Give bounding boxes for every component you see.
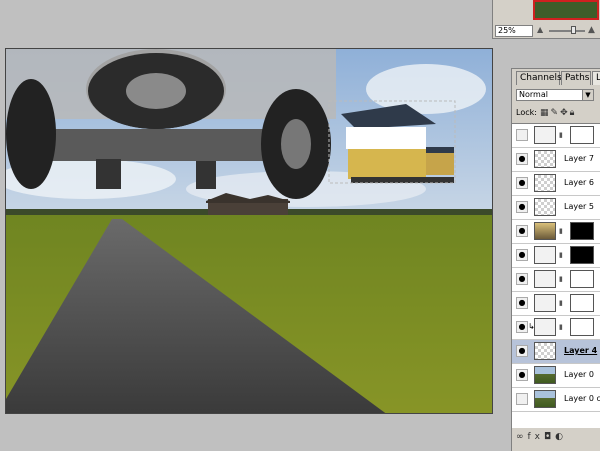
visibility-toggle[interactable] bbox=[516, 393, 528, 405]
lock-transparency-icon[interactable]: ▦ bbox=[540, 108, 551, 118]
chevron-down-icon[interactable]: ▼ bbox=[582, 89, 594, 101]
eye-icon[interactable]: ● bbox=[516, 153, 528, 165]
lock-position-icon[interactable]: ✥ bbox=[560, 108, 570, 118]
layer-mask-thumbnail[interactable] bbox=[570, 318, 594, 336]
lock-icons: ▦✎✥🔒︎ bbox=[540, 107, 576, 119]
layer-thumbnail bbox=[534, 246, 556, 264]
layer-thumbnail bbox=[534, 390, 556, 408]
eye-icon[interactable]: ● bbox=[516, 201, 528, 213]
layer-row[interactable]: ● ↳ ▮ bbox=[512, 316, 600, 340]
layer-row[interactable]: ● Layer 7 bbox=[512, 148, 600, 172]
document-canvas[interactable] bbox=[5, 48, 493, 414]
eye-icon[interactable]: ● bbox=[516, 177, 528, 189]
layer-name: Layer 7 bbox=[564, 154, 594, 163]
navigator-preview[interactable] bbox=[533, 0, 599, 20]
curves-mask-thumbnail[interactable] bbox=[570, 294, 594, 312]
layer-row[interactable]: ● ▮ bbox=[512, 268, 600, 292]
tab-paths[interactable]: Paths bbox=[561, 71, 591, 85]
layer-mask-thumbnail[interactable] bbox=[570, 222, 594, 240]
layer-row[interactable]: ● Layer 5 bbox=[512, 196, 600, 220]
eye-icon[interactable]: ● bbox=[516, 273, 528, 285]
adjustment-icon[interactable]: ◐ bbox=[555, 432, 567, 442]
panel-footer: ∞fx◘◐ bbox=[512, 429, 600, 445]
visibility-toggle[interactable] bbox=[516, 129, 528, 141]
layer-row[interactable]: ● ▮ bbox=[512, 220, 600, 244]
tab-channels[interactable]: Channels bbox=[516, 71, 562, 85]
eye-icon[interactable]: ● bbox=[516, 297, 528, 309]
layer-row[interactable]: Layer 0 cop bbox=[512, 388, 600, 412]
canvas-image bbox=[6, 49, 492, 413]
lock-label: Lock: bbox=[516, 108, 537, 117]
layer-name: Layer 5 bbox=[564, 202, 594, 211]
curves-mask-thumbnail[interactable] bbox=[570, 270, 594, 288]
layers-panel: Channels Paths L Normal ▼ Lock: ▦✎✥🔒︎ ▮ … bbox=[511, 68, 600, 451]
lock-all-icon[interactable]: 🔒︎ bbox=[570, 108, 577, 118]
eye-icon[interactable]: ● bbox=[516, 345, 528, 357]
mask-icon[interactable]: ◘ bbox=[544, 432, 555, 442]
fx-icon[interactable]: fx bbox=[528, 432, 545, 442]
layer-row[interactable]: ● ▮ bbox=[512, 292, 600, 316]
layer-row[interactable]: ● Layer 0 bbox=[512, 364, 600, 388]
layer-list: ▮ ● Layer 7 ● Layer 6 ● Layer 5 ● ▮ ● ▮ … bbox=[512, 123, 600, 428]
layer-thumbnail bbox=[534, 222, 556, 240]
layer-row[interactable]: ▮ bbox=[512, 124, 600, 148]
chain-link-icon: ▮ bbox=[559, 275, 563, 283]
layer-name: Layer 0 cop bbox=[564, 394, 600, 403]
layer-row[interactable]: ● Layer 6 bbox=[512, 172, 600, 196]
layer-mask-thumbnail[interactable] bbox=[570, 246, 594, 264]
eye-icon[interactable]: ● bbox=[516, 249, 528, 261]
link-icon[interactable]: ∞ bbox=[516, 432, 528, 442]
layer-thumbnail bbox=[534, 126, 556, 144]
chain-link-icon: ▮ bbox=[559, 131, 563, 139]
layer-thumbnail bbox=[534, 366, 556, 384]
layer-thumbnail bbox=[534, 174, 556, 192]
chain-link-icon: ▮ bbox=[559, 323, 563, 331]
layer-thumbnail bbox=[534, 198, 556, 216]
layer-mask-thumbnail[interactable] bbox=[570, 126, 594, 144]
panel-tabs: Channels Paths L bbox=[512, 69, 600, 85]
layer-thumbnail bbox=[534, 342, 556, 360]
layer-row[interactable]: ● ▮ bbox=[512, 244, 600, 268]
tab-layers[interactable]: L bbox=[592, 71, 600, 85]
eye-icon[interactable]: ● bbox=[516, 225, 528, 237]
eye-icon[interactable]: ● bbox=[516, 369, 528, 381]
layer-name: Layer 6 bbox=[564, 178, 594, 187]
layer-thumbnail bbox=[534, 270, 556, 288]
eye-icon[interactable]: ● bbox=[516, 321, 528, 333]
zoom-slider-track[interactable] bbox=[549, 30, 585, 32]
chain-link-icon: ▮ bbox=[559, 227, 563, 235]
layer-name: Layer 0 bbox=[564, 370, 594, 379]
zoom-slider-handle[interactable] bbox=[571, 26, 576, 34]
layer-thumbnail bbox=[534, 150, 556, 168]
layer-name: Layer 4 bbox=[564, 346, 598, 355]
chain-link-icon: ▮ bbox=[559, 299, 563, 307]
large-mountain-icon[interactable]: ▲ bbox=[588, 25, 595, 35]
navigator-zoom-field[interactable]: 25% bbox=[495, 25, 533, 37]
layer-thumbnail bbox=[534, 318, 556, 336]
layer-thumbnail bbox=[534, 294, 556, 312]
layer-row-selected[interactable]: ● Layer 4 bbox=[512, 340, 600, 364]
navigator-panel: 25% ▲ ▲ bbox=[492, 0, 600, 39]
lock-image-icon[interactable]: ✎ bbox=[551, 108, 561, 118]
small-mountain-icon[interactable]: ▲ bbox=[537, 25, 543, 34]
chain-link-icon: ▮ bbox=[559, 251, 563, 259]
